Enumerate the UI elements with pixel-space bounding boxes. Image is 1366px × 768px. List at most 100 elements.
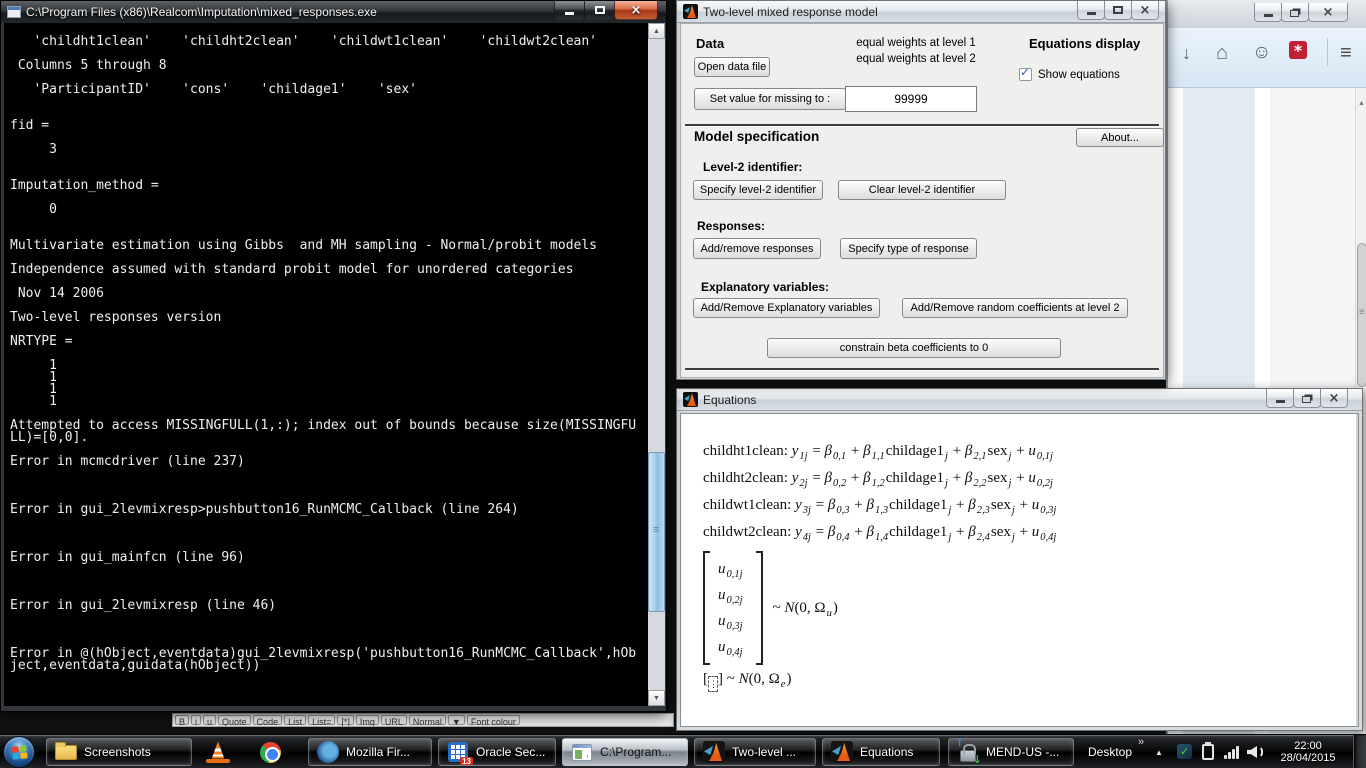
matlab-icon xyxy=(702,740,726,764)
firefox-minimize-button[interactable] xyxy=(1254,3,1282,22)
home-icon[interactable]: ⌂ xyxy=(1216,42,1228,64)
responses-label: Responses: xyxy=(697,219,765,233)
taskbar-button-console[interactable]: C:\Program... xyxy=(562,738,688,766)
menu-icon[interactable]: ≡ xyxy=(1340,42,1352,64)
close-icon: × xyxy=(1323,6,1334,19)
console-scrollbar[interactable]: ▲ ▼ xyxy=(648,23,665,706)
equations-close-button[interactable]: × xyxy=(1320,389,1348,408)
add-remove-responses-button[interactable]: Add/remove responses xyxy=(693,238,821,259)
editor-toolbar-button[interactable]: List xyxy=(284,715,306,725)
console-close-button[interactable]: × xyxy=(614,1,658,20)
lastpass-icon[interactable]: * xyxy=(1289,41,1307,59)
console-title: C:\Program Files (x86)\Realcom\Imputatio… xyxy=(26,5,377,19)
equation-line: childht1clean: y1j = β0,1 + β1,1childage… xyxy=(703,438,1358,465)
set-missing-value-button[interactable]: Set value for missing to : xyxy=(694,88,846,110)
console-output-area: 'childht1clean' 'childht2clean' 'childwt… xyxy=(4,23,648,706)
console-minimize-button[interactable] xyxy=(554,1,585,20)
taskbar-button-mend-us[interactable]: MEND-US -... xyxy=(948,738,1074,766)
add-remove-explanatory-button[interactable]: Add/Remove Explanatory variables xyxy=(693,298,880,318)
scrollbar-thumb[interactable] xyxy=(648,452,665,612)
weights-line2: equal weights at level 2 xyxy=(831,51,1001,67)
e-distribution: [⋮] ~ N(0, Ωe) xyxy=(703,667,1358,692)
equations-titlebar[interactable]: Equations × xyxy=(677,389,1362,411)
constrain-beta-button[interactable]: constrain beta coefficients to 0 xyxy=(767,338,1061,358)
toolbar-chevron-icon[interactable]: » xyxy=(1138,736,1144,748)
taskbar-button-vlc[interactable] xyxy=(198,738,238,766)
level2-identifier-label: Level-2 identifier: xyxy=(703,160,802,174)
editor-toolbar-button[interactable]: B xyxy=(175,715,189,725)
taskbar-button-equations[interactable]: Equations xyxy=(822,738,940,766)
editor-toolbar-button[interactable]: List= xyxy=(308,715,335,725)
network-tray-icon[interactable] xyxy=(1224,745,1240,759)
volume-tray-icon[interactable] xyxy=(1247,745,1265,759)
equations-minimize-button[interactable] xyxy=(1266,389,1294,408)
right-bracket xyxy=(756,551,763,665)
console-maximize-button[interactable] xyxy=(584,1,615,20)
u-vector: u0,1ju0,2ju0,3ju0,4j xyxy=(710,551,756,665)
taskbar-button-screenshots[interactable]: Screenshots xyxy=(46,738,192,766)
lock-icon xyxy=(956,740,980,764)
show-equations-checkbox[interactable] xyxy=(1019,68,1032,81)
editor-toolbar-button[interactable]: i xyxy=(191,715,201,725)
minimize-icon xyxy=(1264,14,1273,17)
taskbar-button-label: Two-level ... xyxy=(732,745,796,759)
editor-toolbar-button[interactable]: [*] xyxy=(337,715,354,725)
toolbar-divider xyxy=(1327,38,1328,66)
editor-toolbar-button[interactable]: Code xyxy=(253,715,283,725)
taskbar: Screenshots Mozilla Fir...13Oracle Sec...… xyxy=(0,734,1366,768)
model-dialog-titlebar[interactable]: Two-level mixed response model × xyxy=(677,1,1165,23)
missing-value-field[interactable] xyxy=(845,86,977,112)
show-hidden-icons-button[interactable]: ▲ xyxy=(1155,748,1163,757)
dialog-maximize-button[interactable] xyxy=(1104,1,1132,20)
dialog-minimize-button[interactable] xyxy=(1077,1,1105,20)
taskbar-button-oracle[interactable]: 13Oracle Sec... xyxy=(438,738,556,766)
about-button[interactable]: About... xyxy=(1076,128,1164,147)
console-titlebar[interactable]: C:\Program Files (x86)\Realcom\Imputatio… xyxy=(1,1,666,23)
taskbar-button-label: Oracle Sec... xyxy=(476,745,545,759)
close-icon: × xyxy=(631,4,642,17)
taskbar-button-two-level[interactable]: Two-level ... xyxy=(694,738,816,766)
editor-toolbar-button[interactable]: Img xyxy=(356,715,379,725)
add-remove-random-coefficients-button[interactable]: Add/Remove random coefficients at level … xyxy=(902,298,1128,318)
equations-window: Equations × childht1clean: y1j = β0,1 + … xyxy=(676,388,1363,731)
show-desktop-button[interactable] xyxy=(1353,735,1366,768)
scroll-down-icon[interactable]: ▼ xyxy=(648,690,665,706)
section-divider xyxy=(685,368,1159,370)
editor-toolbar-button[interactable]: ▼ xyxy=(448,715,465,725)
chrome-icon xyxy=(258,740,282,764)
window-controls: × xyxy=(1078,1,1159,20)
firefox-close-button[interactable]: × xyxy=(1308,3,1348,22)
editor-toolbar-button[interactable]: Normal xyxy=(409,715,446,725)
section-divider xyxy=(685,124,1159,126)
chat-icon[interactable]: ☺ xyxy=(1252,42,1271,64)
specify-level2-button[interactable]: Specify level-2 identifier xyxy=(693,180,823,200)
taskbar-button-firefox[interactable]: Mozilla Fir... xyxy=(308,738,432,766)
editor-toolbar-button[interactable]: Font colour xyxy=(467,715,520,725)
scrollbar-thumb[interactable] xyxy=(1357,243,1366,387)
taskbar-clock[interactable]: 22:00 28/04/2015 xyxy=(1270,740,1346,764)
scroll-up-icon[interactable]: ▲ xyxy=(1358,100,1365,107)
editor-toolbar-button[interactable]: u xyxy=(203,715,216,725)
desktop: × ↓ ⌂ ☺ * ≡ ▲ BiuQuoteCodeListList=[*]Im… xyxy=(0,0,1366,768)
firefox-titlebar[interactable]: × xyxy=(1168,0,1366,28)
scroll-up-icon[interactable]: ▲ xyxy=(648,23,665,39)
action-center-tray-icon[interactable] xyxy=(1202,744,1214,760)
forum-editor-toolbar: BiuQuoteCodeListList=[*]ImgURLNormal▼Fon… xyxy=(172,713,674,727)
specify-type-response-button[interactable]: Specify type of response xyxy=(840,238,977,259)
editor-toolbar-button[interactable]: URL xyxy=(381,715,407,725)
equations-restore-button[interactable] xyxy=(1293,389,1321,408)
clear-level2-button[interactable]: Clear level-2 identifier xyxy=(838,180,1006,200)
antivirus-tray-icon[interactable] xyxy=(1177,744,1192,759)
start-button[interactable] xyxy=(3,736,35,768)
windows-logo-icon xyxy=(11,745,27,759)
minimize-icon xyxy=(565,12,574,15)
console-icon xyxy=(570,740,594,764)
taskbar-button-chrome[interactable] xyxy=(250,738,290,766)
download-icon[interactable]: ↓ xyxy=(1182,42,1191,64)
desktop-toolbar[interactable]: Desktop xyxy=(1088,735,1132,768)
firefox-restore-button[interactable] xyxy=(1281,3,1309,22)
open-data-file-button[interactable]: Open data file xyxy=(694,57,770,77)
editor-toolbar-button[interactable]: Quote xyxy=(218,715,251,725)
u-vector-distribution: u0,1ju0,2ju0,3ju0,4j ~ N(0, Ωu) xyxy=(703,551,1358,665)
dialog-close-button[interactable]: × xyxy=(1131,1,1159,20)
